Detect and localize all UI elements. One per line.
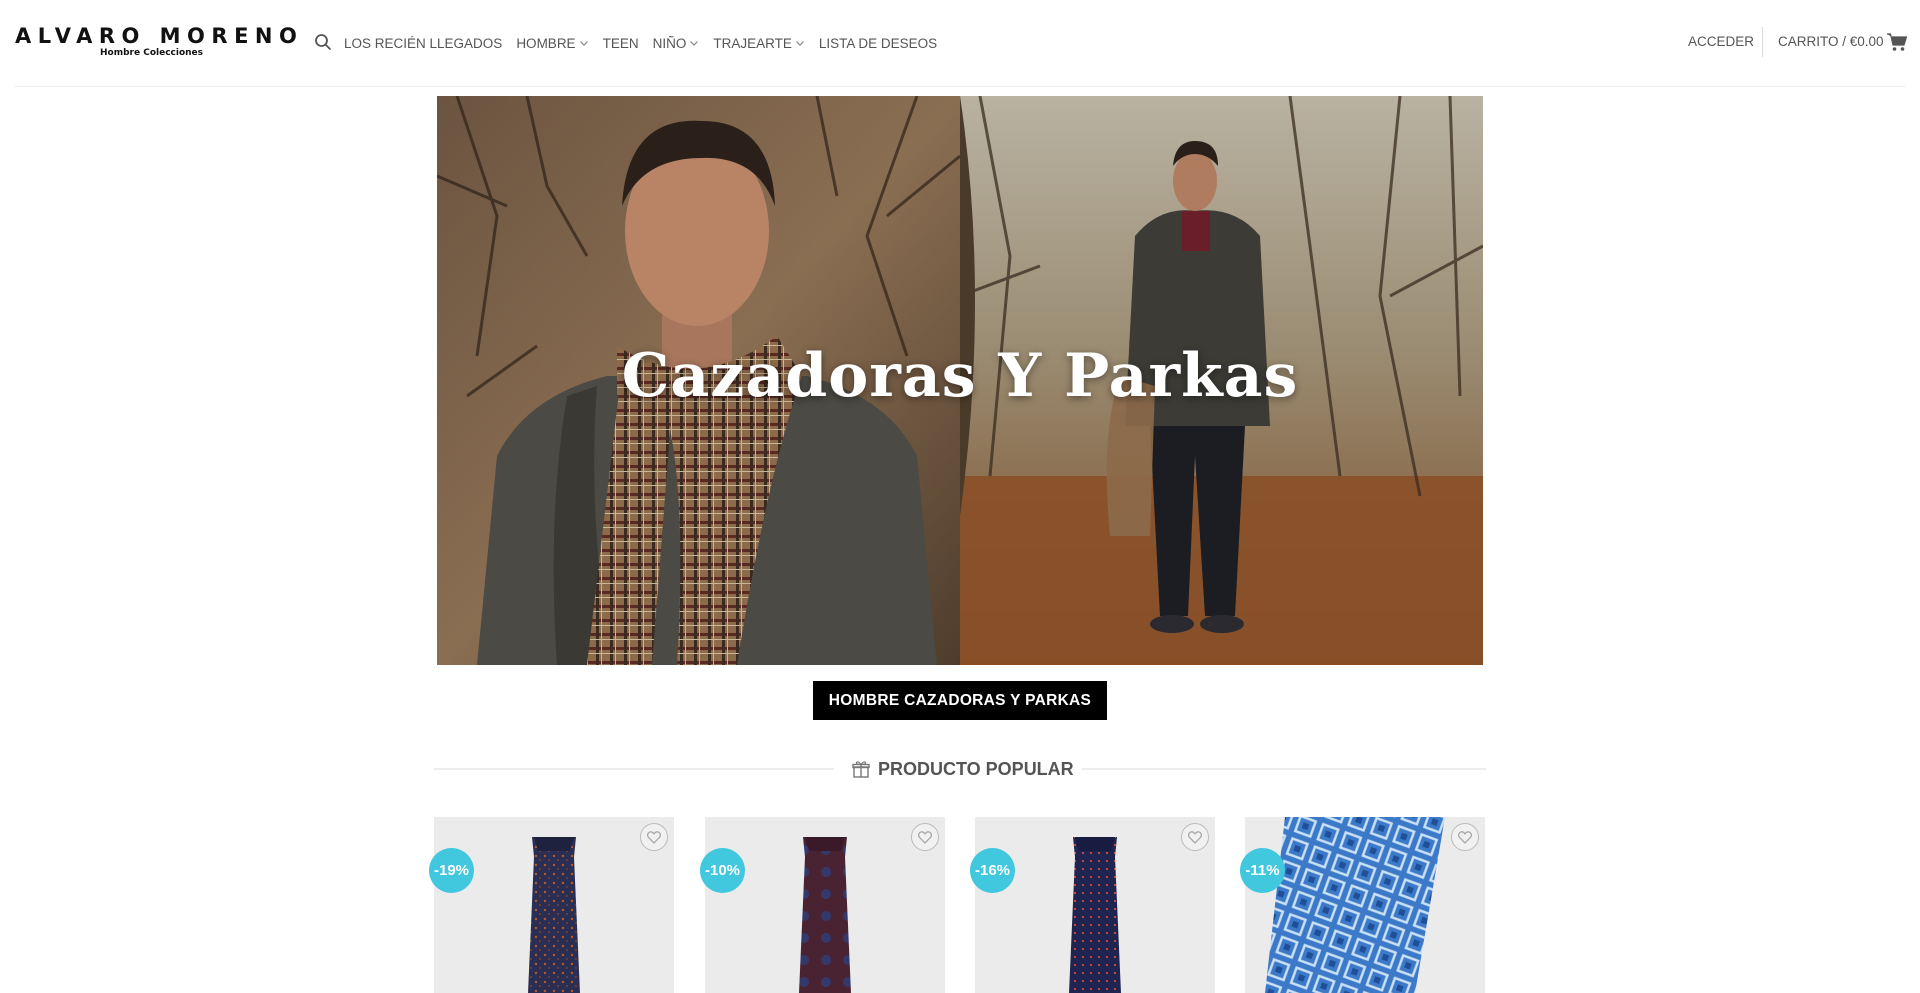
product-image-tie xyxy=(1069,837,1121,993)
logo-text: ALVARO MORENO xyxy=(15,24,304,48)
section-divider-left xyxy=(434,768,834,770)
discount-badge: -11% xyxy=(1240,848,1285,893)
login-link[interactable]: ACCEDER xyxy=(1688,34,1754,49)
header-divider-line xyxy=(15,86,1905,87)
gift-icon xyxy=(852,761,870,778)
hero-banner[interactable]: Cazadoras Y Parkas xyxy=(437,96,1483,665)
product-image-tie xyxy=(1265,817,1445,993)
cart-link[interactable]: CARRITO / €0.00 xyxy=(1778,34,1884,49)
discount-badge: -19% xyxy=(429,848,474,893)
heart-icon xyxy=(647,830,661,844)
main-nav: LOS RECIÉN LLEGADOS HOMBRE TEEN NIÑO TRA… xyxy=(344,34,951,52)
nav-item-hombre[interactable]: HOMBRE xyxy=(516,36,588,51)
section-title-label: PRODUCTO POPULAR xyxy=(878,758,1074,779)
discount-badge: -10% xyxy=(700,848,745,893)
wishlist-button[interactable] xyxy=(1451,823,1479,851)
nav-item-label: NIÑO xyxy=(652,35,687,51)
nav-item-teen[interactable]: TEEN xyxy=(603,36,639,51)
nav-item-label: LOS RECIÉN LLEGADOS xyxy=(344,35,503,51)
hero-cta-button[interactable]: HOMBRE CAZADORAS Y PARKAS xyxy=(813,681,1107,720)
wishlist-button[interactable] xyxy=(1181,823,1209,851)
nav-item-label: HOMBRE xyxy=(516,35,576,51)
wishlist-button[interactable] xyxy=(640,823,668,851)
nav-item-label: LISTA DE DESEOS xyxy=(818,35,938,51)
nav-item-lista-de-deseos[interactable]: LISTA DE DESEOS xyxy=(819,36,937,51)
nav-item-nino[interactable]: NIÑO xyxy=(653,36,700,51)
hero-title: Cazadoras Y Parkas xyxy=(621,341,1299,411)
discount-badge: -16% xyxy=(970,848,1015,893)
product-card[interactable] xyxy=(434,817,674,993)
search-icon[interactable] xyxy=(314,33,332,51)
product-image-tie xyxy=(528,837,580,993)
nav-item-trajearte[interactable]: TRAJEARTE xyxy=(713,36,805,51)
nav-item-label: TRAJEARTE xyxy=(713,35,792,51)
product-card[interactable] xyxy=(975,817,1215,993)
wishlist-button[interactable] xyxy=(911,823,939,851)
product-image-tie xyxy=(799,837,851,993)
heart-icon xyxy=(918,830,932,844)
nav-item-recien-llegados[interactable]: LOS RECIÉN LLEGADOS xyxy=(344,36,502,51)
product-card[interactable] xyxy=(705,817,945,993)
shopping-cart-icon[interactable] xyxy=(1886,32,1908,52)
section-divider-right xyxy=(1082,768,1486,770)
chevron-down-icon xyxy=(795,41,804,46)
site-header: ALVARO MORENO Hombre Colecciones LOS REC… xyxy=(0,0,1920,86)
chevron-down-icon xyxy=(690,41,699,46)
header-divider xyxy=(1762,27,1763,57)
product-card[interactable] xyxy=(1245,817,1485,993)
section-title-popular: PRODUCTO POPULAR xyxy=(852,757,1074,781)
heart-icon xyxy=(1188,830,1202,844)
nav-item-label: TEEN xyxy=(602,35,639,51)
heart-icon xyxy=(1458,830,1472,844)
site-logo[interactable]: ALVARO MORENO Hombre Colecciones xyxy=(15,24,304,64)
chevron-down-icon xyxy=(579,41,588,46)
logo-subtext: Hombre Colecciones xyxy=(100,48,203,58)
